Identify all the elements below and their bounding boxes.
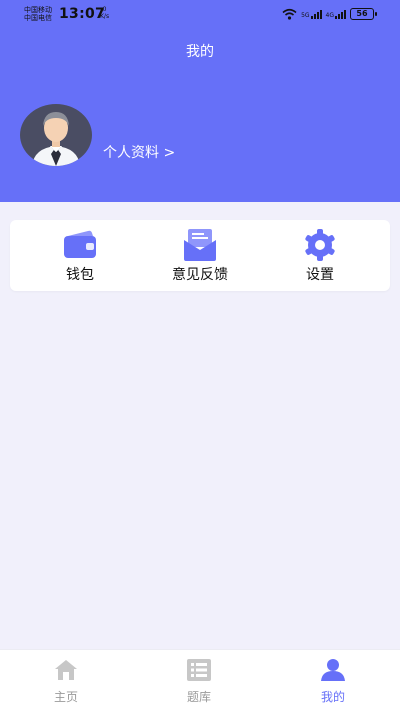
signal-5g-icon: 5G <box>301 9 322 19</box>
user-avatar-illustration <box>32 112 80 166</box>
bottom-tab-bar: 主页 题库 我的 <box>0 649 400 714</box>
status-time: 13:07 <box>59 6 106 22</box>
tab-profile[interactable]: 我的 <box>293 650 373 714</box>
tab-profile-label: 我的 <box>320 690 345 704</box>
wallet-label: 钱包 <box>66 267 94 283</box>
profile-header: 中国移动 中国电信 13:07 0 K/s 5G 4G 56 我的 个人资料 > <box>0 0 400 202</box>
status-bar: 中国移动 中国电信 13:07 0 K/s 5G 4G 56 <box>0 0 400 30</box>
wallet-button[interactable]: 钱包 <box>30 220 130 291</box>
signal-5g-label: 5G <box>301 11 310 19</box>
status-icons: 5G 4G 56 <box>282 7 377 21</box>
carrier-1: 中国移动 <box>24 6 52 14</box>
page-title: 我的 <box>186 44 214 60</box>
settings-button[interactable]: 设置 <box>270 220 370 291</box>
battery-icon: 56 <box>350 8 377 20</box>
network-speed-value: 0 <box>102 6 107 13</box>
home-icon <box>55 660 77 680</box>
profile-link[interactable]: 个人资料 > <box>103 142 175 162</box>
signal-4g-icon: 4G <box>325 9 346 19</box>
tab-question-bank-label: 题库 <box>186 690 211 704</box>
menu-card: 钱包 意见反馈 设置 <box>10 220 390 291</box>
feedback-label: 意见反馈 <box>172 267 228 283</box>
carrier-labels: 中国移动 中国电信 <box>24 6 52 22</box>
user-icon <box>321 659 345 681</box>
wallet-icon <box>64 230 96 258</box>
network-speed-unit: K/s <box>100 13 110 20</box>
carrier-2: 中国电信 <box>24 14 52 22</box>
tab-question-bank[interactable]: 题库 <box>159 650 239 714</box>
network-speed: 0 K/s <box>100 6 109 20</box>
gear-icon <box>305 229 335 261</box>
avatar[interactable] <box>20 104 92 166</box>
signal-4g-label: 4G <box>325 11 334 19</box>
settings-label: 设置 <box>306 267 334 283</box>
tab-home-label: 主页 <box>53 690 78 704</box>
feedback-mail-icon <box>184 229 216 261</box>
wifi-icon <box>282 8 297 20</box>
feedback-button[interactable]: 意见反馈 <box>150 220 250 291</box>
question-bank-icon <box>187 659 211 681</box>
tab-home[interactable]: 主页 <box>26 650 106 714</box>
